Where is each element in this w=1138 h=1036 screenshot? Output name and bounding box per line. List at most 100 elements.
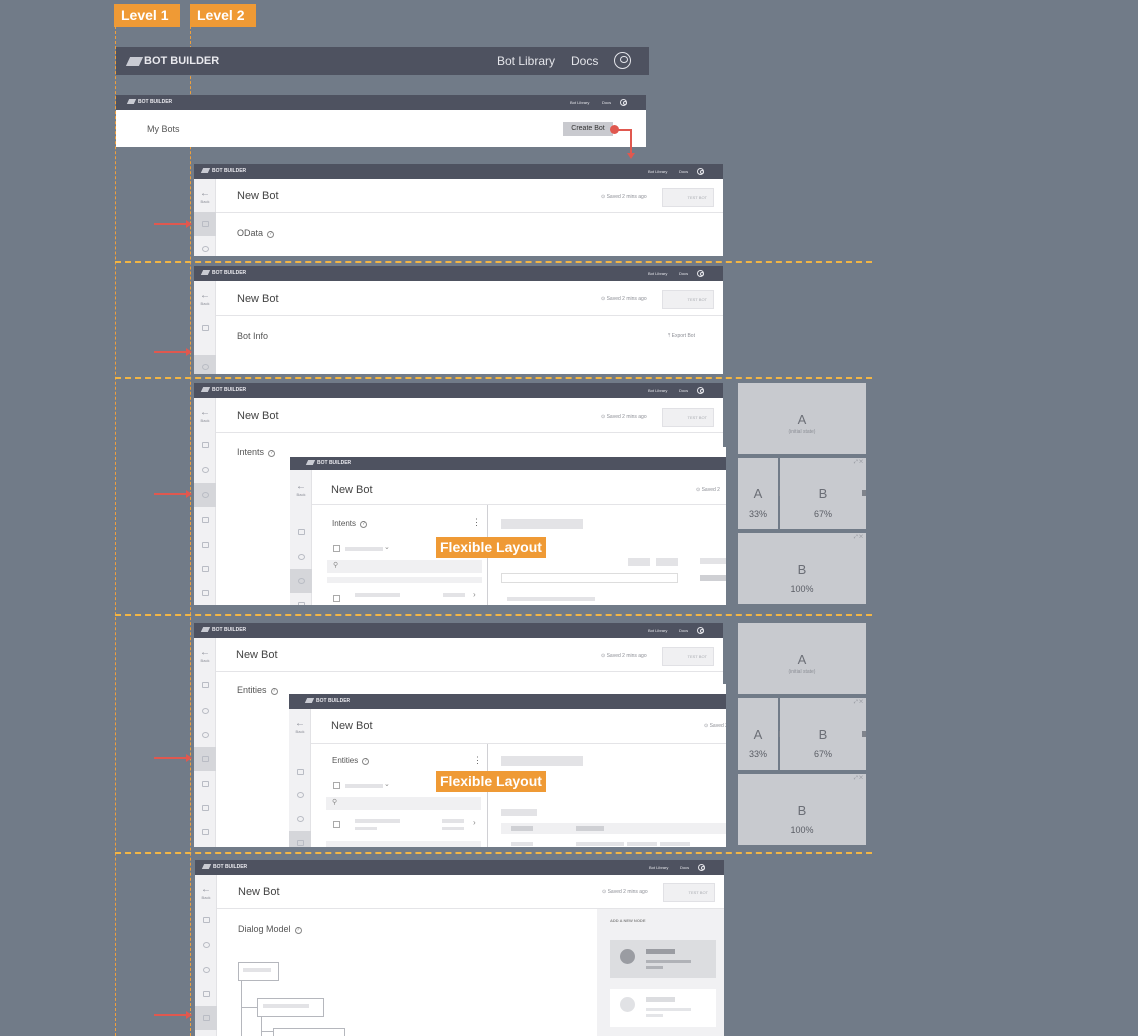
test-bot-button[interactable]: TEST BOT xyxy=(662,290,714,309)
more-options-icon[interactable]: ⋮ xyxy=(472,517,481,528)
resize-handle[interactable] xyxy=(862,731,866,737)
data-icon[interactable] xyxy=(297,769,304,775)
data-icon[interactable] xyxy=(202,682,209,688)
intents-icon[interactable] xyxy=(202,492,209,498)
entities-icon[interactable] xyxy=(202,517,209,523)
back-button[interactable]: ← Back xyxy=(200,408,210,424)
entities-icon[interactable] xyxy=(202,756,209,762)
nav-bot-library[interactable]: Bot Library xyxy=(648,271,667,276)
nav-docs[interactable]: Docs xyxy=(680,865,689,870)
analytics-icon[interactable] xyxy=(202,566,209,572)
search-input[interactable] xyxy=(326,797,481,810)
nav-bot-library[interactable]: Bot Library xyxy=(649,865,668,870)
deploy-icon[interactable] xyxy=(202,829,209,835)
intents-icon[interactable] xyxy=(203,967,210,973)
help-icon[interactable]: ? xyxy=(267,231,275,238)
settings-icon[interactable] xyxy=(202,246,209,252)
help-icon[interactable]: ? xyxy=(268,450,276,457)
help-icon[interactable]: ? xyxy=(360,521,368,528)
back-button[interactable]: ← Back xyxy=(295,719,305,735)
filter-dropdown[interactable] xyxy=(345,784,383,788)
nav-bot-library[interactable]: Bot Library xyxy=(497,54,555,68)
dialog-icon[interactable] xyxy=(202,781,209,787)
app-logo[interactable]: BOT BUILDER xyxy=(201,864,247,870)
nav-bot-library[interactable]: Bot Library xyxy=(648,388,667,393)
more-options-icon[interactable]: ⋮ xyxy=(473,755,482,766)
app-logo[interactable]: BOT BUILDER xyxy=(304,698,350,704)
search-input[interactable] xyxy=(327,560,482,573)
back-button[interactable]: ← Back xyxy=(200,648,210,664)
test-bot-button[interactable]: TEST BOT xyxy=(662,188,714,207)
app-logo[interactable]: BOT BUILDER xyxy=(200,168,246,174)
select-all-checkbox[interactable] xyxy=(333,545,340,552)
detail-input[interactable] xyxy=(501,573,678,583)
dialog-node[interactable] xyxy=(238,962,279,981)
settings-icon[interactable] xyxy=(202,708,209,714)
dialog-icon[interactable] xyxy=(202,542,209,548)
app-logo[interactable]: BOT BUILDER xyxy=(200,627,246,633)
back-button[interactable]: ← Back xyxy=(296,482,306,498)
app-logo[interactable]: BOT BUILDER xyxy=(200,387,246,393)
list-item-checkbox[interactable] xyxy=(333,595,340,602)
nav-docs[interactable]: Docs xyxy=(679,169,688,174)
select-all-checkbox[interactable] xyxy=(333,782,340,789)
export-bot-button[interactable]: ⤒ Export Bot xyxy=(668,333,695,339)
dialog-icon[interactable] xyxy=(203,1015,210,1021)
node-option[interactable] xyxy=(610,989,716,1027)
help-icon[interactable]: ? xyxy=(294,927,302,934)
test-bot-button[interactable]: TEST BOT xyxy=(662,647,714,666)
settings-icon[interactable] xyxy=(203,942,210,948)
user-avatar-icon[interactable] xyxy=(697,627,704,634)
help-icon[interactable]: ? xyxy=(362,758,370,765)
nav-docs[interactable]: Docs xyxy=(602,100,611,105)
data-icon[interactable] xyxy=(203,917,210,923)
user-avatar-icon[interactable] xyxy=(697,270,704,277)
intents-icon[interactable] xyxy=(298,578,305,584)
nav-bot-library[interactable]: Bot Library xyxy=(648,169,667,174)
data-icon[interactable] xyxy=(202,325,209,331)
user-avatar-icon[interactable] xyxy=(620,99,627,106)
dialog-node[interactable] xyxy=(273,1028,345,1036)
data-icon[interactable] xyxy=(298,529,305,535)
pane-divider[interactable] xyxy=(487,744,488,847)
settings-icon[interactable] xyxy=(298,554,305,560)
create-bot-button[interactable]: Create Bot xyxy=(563,122,613,136)
entities-icon[interactable] xyxy=(203,991,210,997)
list-item-checkbox[interactable] xyxy=(333,821,340,828)
user-avatar-icon[interactable] xyxy=(697,168,704,175)
intents-icon[interactable] xyxy=(297,816,304,822)
filter-dropdown[interactable] xyxy=(345,547,383,551)
entities-icon[interactable] xyxy=(297,840,304,846)
settings-icon[interactable] xyxy=(202,364,209,370)
app-logo[interactable]: BOT BUILDER xyxy=(200,270,246,276)
nav-docs[interactable]: Docs xyxy=(679,388,688,393)
user-avatar-icon[interactable] xyxy=(614,52,631,69)
node-option[interactable] xyxy=(610,940,716,978)
back-button[interactable]: ← Back xyxy=(200,291,210,307)
test-bot-button[interactable]: TEST BOT xyxy=(662,408,714,427)
nav-docs[interactable]: Docs xyxy=(679,628,688,633)
back-button[interactable]: ← Back xyxy=(200,189,210,205)
help-icon[interactable]: ? xyxy=(270,688,278,695)
dialog-node[interactable] xyxy=(257,998,324,1017)
data-icon[interactable] xyxy=(202,442,209,448)
test-bot-button[interactable]: TEST BOT xyxy=(663,883,715,902)
list-item[interactable] xyxy=(355,819,400,823)
nav-bot-library[interactable]: Bot Library xyxy=(648,628,667,633)
analytics-icon[interactable] xyxy=(202,805,209,811)
app-logo[interactable]: BOT BUILDER xyxy=(125,55,219,67)
data-icon[interactable] xyxy=(202,221,209,227)
back-button[interactable]: ← Back xyxy=(201,885,211,901)
nav-docs[interactable]: Docs xyxy=(679,271,688,276)
nav-docs[interactable]: Docs xyxy=(571,54,598,68)
entities-icon[interactable] xyxy=(298,602,305,605)
user-avatar-icon[interactable] xyxy=(697,387,704,394)
settings-icon[interactable] xyxy=(202,467,209,473)
intents-icon[interactable] xyxy=(202,732,209,738)
app-logo[interactable]: BOT BUILDER xyxy=(305,460,351,466)
app-logo[interactable]: BOT BUILDER xyxy=(126,99,172,105)
list-item[interactable] xyxy=(355,593,400,597)
resize-handle[interactable] xyxy=(862,490,866,496)
nav-bot-library[interactable]: Bot Library xyxy=(570,100,589,105)
settings-icon[interactable] xyxy=(297,792,304,798)
